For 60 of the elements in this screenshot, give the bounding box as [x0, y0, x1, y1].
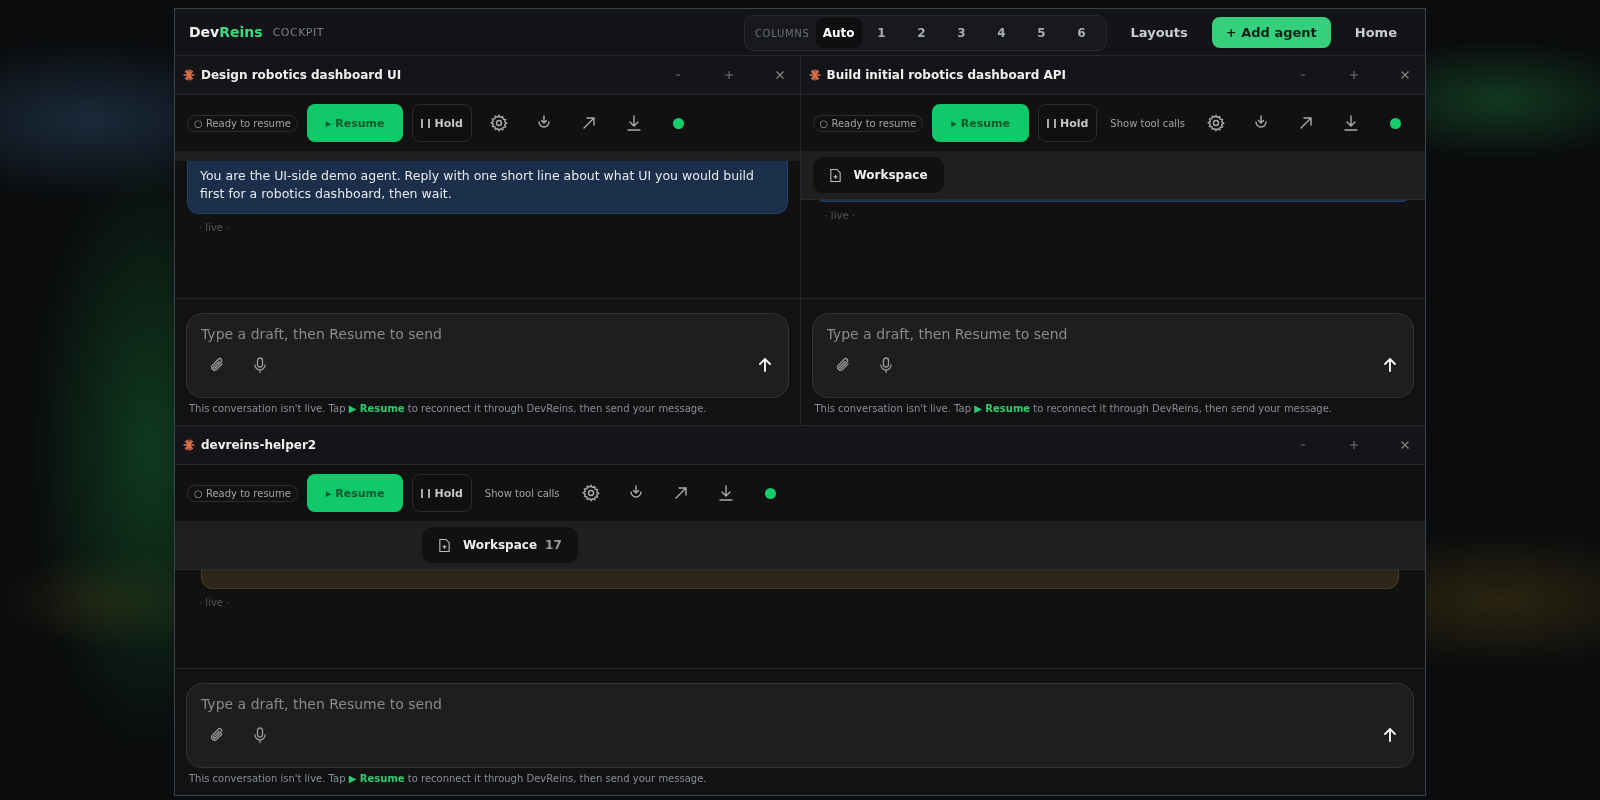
file-icon [438, 537, 451, 553]
microphone-icon[interactable] [251, 356, 269, 374]
workspace-label: Workspace [463, 538, 538, 552]
download-icon[interactable] [1342, 114, 1361, 132]
offline-hint: This conversation isn't live. Tap ▶ Resume to reconnect it through DevReins, then send your message. [189, 773, 708, 784]
plus-icon[interactable] [1348, 439, 1360, 451]
message-input[interactable]: Type a draft, then Resume to send [201, 326, 774, 342]
message-input[interactable]: Type a draft, then Resume to send [826, 326, 1399, 342]
microphone-icon[interactable] [251, 726, 269, 744]
show-tool-calls-button[interactable]: Show tool calls [1106, 117, 1190, 129]
column-option[interactable]: 1 [861, 18, 902, 48]
live-marker: · live · [199, 222, 231, 233]
offline-hint: This conversation isn't live. Tap ▶ Resume to reconnect it through DevReins, then send your message. [814, 403, 1333, 414]
close-icon[interactable] [1399, 439, 1411, 451]
nav-link[interactable]: Home [1338, 16, 1413, 48]
close-icon[interactable] [1399, 69, 1411, 81]
workspace-label: Workspace [853, 168, 928, 182]
column-option[interactable]: Auto [815, 18, 862, 48]
send-arrow-icon[interactable] [1381, 356, 1399, 374]
workspace-count: 17 [545, 538, 562, 552]
column-option[interactable]: 3 [941, 18, 982, 48]
file-icon [828, 167, 842, 183]
plus-icon[interactable] [722, 69, 735, 81]
pane-title: Build initial robotics dashboard API [826, 68, 1066, 82]
settings-icon[interactable] [581, 484, 600, 502]
hold-button[interactable]: Hold [412, 104, 472, 142]
live-marker: · live · [824, 210, 856, 221]
hold-button[interactable]: Hold [412, 474, 472, 512]
offline-hint: This conversation isn't live. Tap ▶ Resume to reconnect it through DevReins, then send your message. [189, 403, 708, 414]
column-option[interactable]: 5 [1021, 18, 1062, 48]
brand-logo: DevReins [189, 24, 263, 40]
column-option[interactable]: 2 [901, 18, 942, 48]
download-icon[interactable] [624, 114, 643, 132]
nav-link[interactable]: Layouts [1114, 16, 1204, 48]
resume-button[interactable]: ▸ Resume [932, 104, 1029, 142]
sparkle-icon [183, 439, 195, 451]
show-tool-calls-button[interactable]: Show tool calls [480, 487, 564, 499]
settings-icon[interactable] [1207, 114, 1226, 132]
column-option[interactable]: 4 [981, 18, 1022, 48]
settings-icon[interactable] [489, 114, 508, 132]
close-icon[interactable] [773, 69, 786, 81]
pane-title: Design robotics dashboard UI [201, 68, 402, 82]
pane-title: devreins-helper2 [201, 438, 317, 452]
resume-button[interactable]: ▸ Resume [306, 104, 404, 142]
sparkle-icon [808, 69, 821, 81]
sparkle-icon [183, 69, 195, 81]
column-option[interactable]: 6 [1061, 18, 1102, 48]
live-marker: · live · [199, 597, 231, 608]
message-text: You are the UI-side demo agent. Reply with one short line about what UI you would build first for a robotics dashboard, then wait. [200, 168, 754, 201]
workspace-button[interactable]: Workspace 17 [422, 527, 578, 563]
resume-button[interactable]: ▸ Resume [306, 474, 404, 512]
brand-subtitle: COCKPIT [272, 25, 324, 39]
hold-button[interactable]: Hold [1037, 104, 1098, 142]
download-icon[interactable] [716, 484, 735, 502]
columns-label: COLUMNS [754, 27, 810, 39]
plus-icon[interactable] [1348, 69, 1360, 81]
send-arrow-icon[interactable] [1381, 726, 1399, 744]
workspace-button[interactable]: Workspace [812, 157, 944, 193]
add-agent-button[interactable]: + Add agent [1211, 16, 1331, 48]
message-input[interactable]: Type a draft, then Resume to send [201, 696, 1399, 712]
